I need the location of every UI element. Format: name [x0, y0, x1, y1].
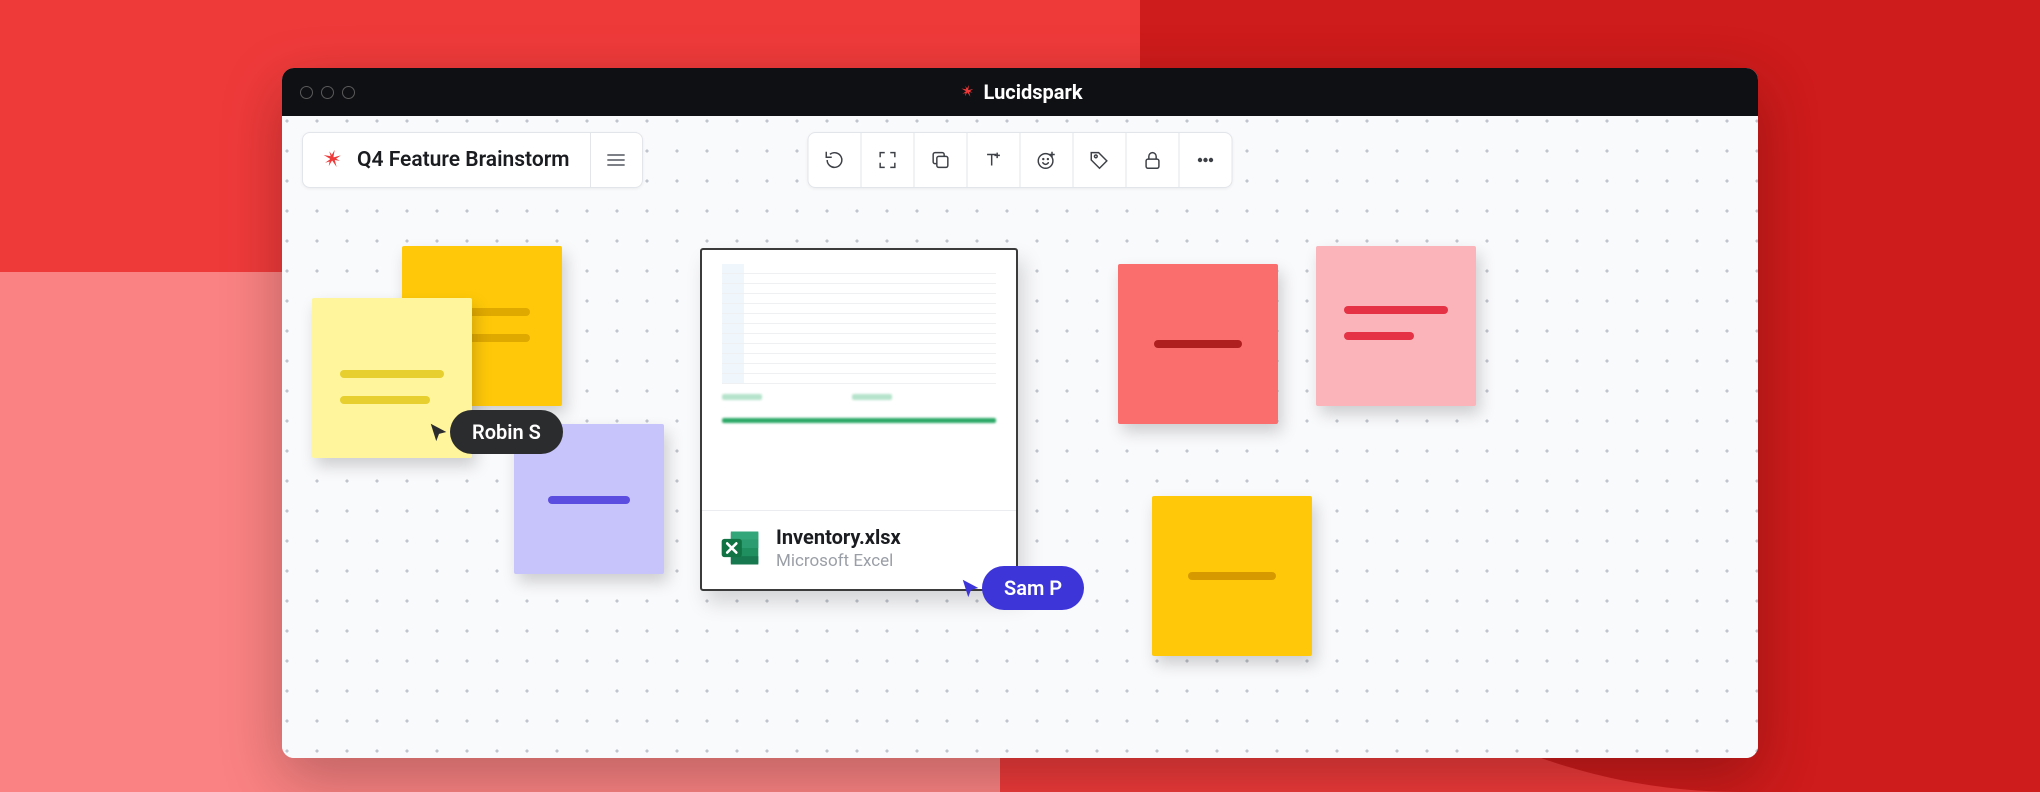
collaborator-cursor-sam: Sam P [960, 566, 1084, 610]
window-traffic-lights [300, 86, 355, 99]
app-title: Lucidspark [958, 80, 1083, 104]
document-title-bar: Q4 Feature Brainstorm [302, 132, 643, 188]
more-icon [1195, 149, 1217, 171]
rotate-button[interactable] [809, 132, 861, 188]
hamburger-icon [607, 153, 625, 167]
more-button[interactable] [1180, 132, 1232, 188]
lucidspark-logo-icon [311, 140, 351, 180]
whiteboard-canvas[interactable]: Q4 Feature Brainstorm [282, 116, 1758, 758]
window-minimize-button[interactable] [321, 86, 334, 99]
copy-button[interactable] [915, 132, 967, 188]
copy-icon [930, 149, 952, 171]
window-maximize-button[interactable] [342, 86, 355, 99]
collaborator-cursor-robin: Robin S [428, 410, 563, 454]
lucidspark-logo-icon [958, 83, 976, 101]
window-close-button[interactable] [300, 86, 313, 99]
document-title[interactable]: Q4 Feature Brainstorm [351, 148, 590, 172]
lock-icon [1142, 149, 1164, 171]
collaborator-label: Sam P [982, 566, 1084, 610]
sticky-note[interactable] [1316, 246, 1476, 406]
app-window: Lucidspark Q4 Feature Brainstorm [282, 68, 1758, 758]
cursor-icon [428, 420, 450, 444]
file-preview [702, 250, 1016, 510]
expand-icon [877, 149, 899, 171]
excel-file-icon [718, 526, 762, 570]
window-titlebar: Lucidspark [282, 68, 1758, 116]
text-button[interactable] [968, 132, 1020, 188]
collaborator-label: Robin S [450, 410, 563, 454]
emoji-button[interactable] [1021, 132, 1073, 188]
file-type: Microsoft Excel [776, 551, 901, 571]
tag-button[interactable] [1074, 132, 1126, 188]
sticky-note[interactable] [1152, 496, 1312, 656]
file-name: Inventory.xlsx [776, 525, 901, 549]
sticky-note[interactable] [1118, 264, 1278, 424]
lock-button[interactable] [1127, 132, 1179, 188]
text-add-icon [983, 149, 1005, 171]
object-toolbar [808, 132, 1233, 188]
expand-button[interactable] [862, 132, 914, 188]
embedded-file-card[interactable]: Inventory.xlsx Microsoft Excel [700, 248, 1018, 591]
app-name-label: Lucidspark [984, 80, 1083, 104]
cursor-icon [960, 576, 982, 600]
rotate-ccw-icon [824, 149, 846, 171]
emoji-add-icon [1036, 149, 1058, 171]
tag-icon [1089, 149, 1111, 171]
document-menu-button[interactable] [590, 132, 642, 188]
